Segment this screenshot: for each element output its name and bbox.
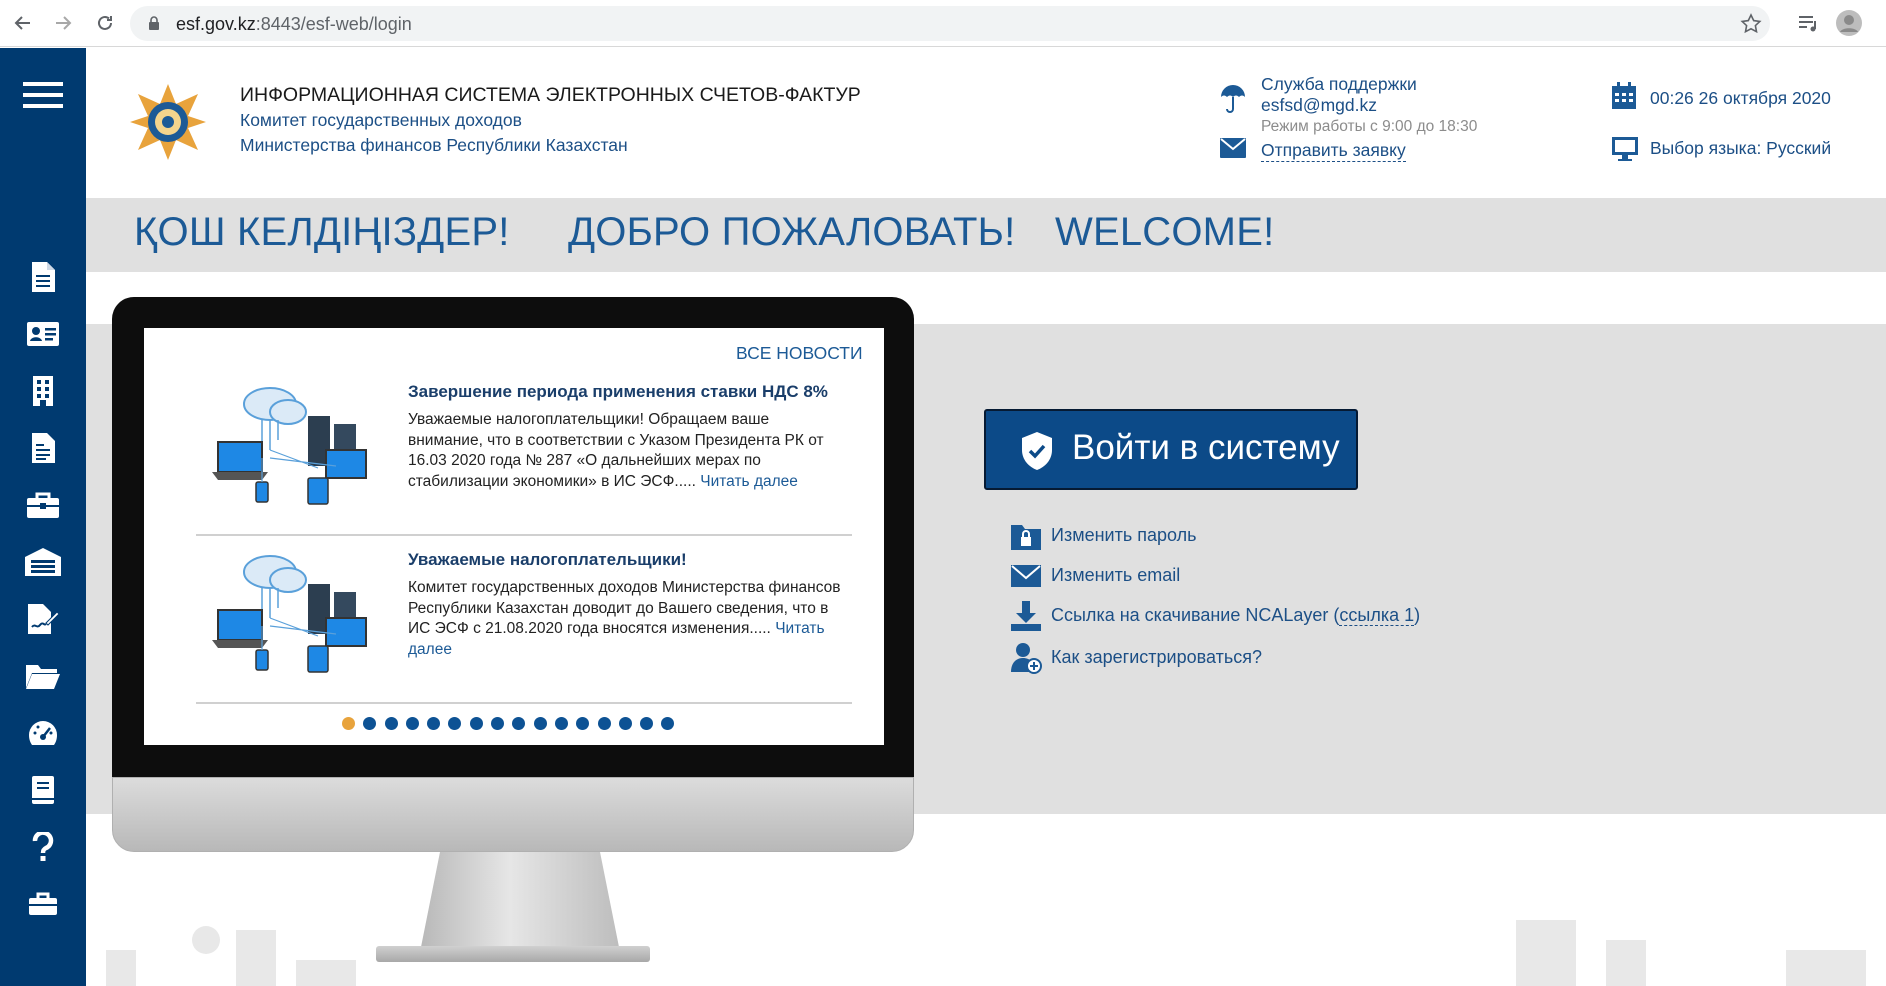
envelope-icon xyxy=(1011,565,1041,587)
sidebar xyxy=(0,48,86,986)
profile-avatar-icon[interactable] xyxy=(1835,9,1863,37)
current-datetime: 00:26 26 октября 2020 xyxy=(1650,88,1831,108)
add-user-icon xyxy=(1011,643,1042,674)
language-selector[interactable]: Выбор языка: Русский xyxy=(1650,138,1831,159)
carousel-dot[interactable] xyxy=(576,717,590,730)
carousel-dot[interactable] xyxy=(640,717,654,730)
reload-icon[interactable] xyxy=(92,10,118,36)
how-to-register-link[interactable]: Как зарегистрироваться? xyxy=(1051,647,1262,668)
download-icon xyxy=(1011,601,1041,631)
welcome-en: WELCOME! xyxy=(1055,210,1275,254)
carousel-dot[interactable] xyxy=(661,717,675,730)
news-body: Комитет государственных доходов Министер… xyxy=(408,579,841,658)
building-icon[interactable] xyxy=(22,370,64,412)
monitor-icon xyxy=(1612,137,1638,161)
news-body: Уважаемые налогоплательщики! Обращаем ва… xyxy=(408,411,824,490)
carousel-dot[interactable] xyxy=(469,717,483,730)
bookmark-star-icon[interactable] xyxy=(1740,13,1762,35)
folder-icon[interactable] xyxy=(22,655,64,697)
footer-skyline-decoration xyxy=(106,920,1866,986)
umbrella-icon xyxy=(1221,85,1245,113)
help-icon[interactable] xyxy=(22,826,64,868)
welcome-ru: ДОБРО ПОЖАЛОВАТЬ! xyxy=(568,210,1016,254)
carousel-dot[interactable] xyxy=(512,717,526,730)
network-illustration-icon xyxy=(212,555,367,673)
carousel-dot[interactable] xyxy=(448,717,462,730)
briefcase-icon[interactable] xyxy=(22,484,64,526)
welcome-kz: ҚОШ КЕЛДІҢІЗДЕР! xyxy=(134,210,510,254)
book-icon[interactable] xyxy=(22,769,64,811)
document-icon[interactable] xyxy=(22,256,64,298)
carousel-dot[interactable] xyxy=(618,717,632,730)
change-email-link[interactable]: Изменить email xyxy=(1051,565,1180,586)
ministry-name: Министерства финансов Республики Казахст… xyxy=(240,135,628,155)
toolbox-icon[interactable] xyxy=(22,883,64,925)
carousel-dot[interactable] xyxy=(554,717,568,730)
support-email[interactable]: esfsd@mgd.kz xyxy=(1261,95,1377,116)
browser-toolbar: esf.gov.kz:8443/esf-web/login xyxy=(0,0,1886,47)
news-item: Завершение периода применения ставки НДС… xyxy=(196,368,852,536)
carousel-dot[interactable] xyxy=(363,717,377,730)
network-illustration-icon xyxy=(212,387,367,505)
ncalayer-text: Ссылка на скачивание NCALayer (ссылка 1) xyxy=(1051,605,1421,626)
calendar-icon xyxy=(1612,82,1636,109)
hamburger-menu-icon[interactable] xyxy=(22,74,64,116)
monitor-chin xyxy=(112,777,914,852)
id-card-icon[interactable] xyxy=(22,313,64,355)
back-arrow-icon[interactable] xyxy=(10,10,36,36)
invoice-icon[interactable] xyxy=(22,427,64,469)
shield-check-icon xyxy=(1022,432,1052,470)
url-text: esf.gov.kz:8443/esf-web/login xyxy=(176,14,412,34)
folder-lock-icon xyxy=(1011,525,1041,550)
carousel-dot[interactable] xyxy=(342,717,355,730)
signature-icon[interactable] xyxy=(22,598,64,640)
carousel-dot[interactable] xyxy=(597,717,611,730)
all-news-link[interactable]: ВСЕ НОВОСТИ xyxy=(736,343,863,364)
carousel-dot[interactable] xyxy=(384,717,398,730)
carousel-dot[interactable] xyxy=(405,717,419,730)
dashboard-icon[interactable] xyxy=(22,712,64,754)
reading-list-icon[interactable] xyxy=(1797,13,1819,33)
news-title[interactable]: Завершение периода применения ставки НДС… xyxy=(408,382,828,402)
forward-arrow-icon[interactable] xyxy=(50,10,76,36)
system-title: ИНФОРМАЦИОННАЯ СИСТЕМА ЭЛЕКТРОННЫХ СЧЕТО… xyxy=(240,84,861,106)
read-more-link[interactable]: Читать далее xyxy=(700,473,798,490)
carousel-dot[interactable] xyxy=(491,717,505,730)
change-password-link[interactable]: Изменить пароль xyxy=(1051,525,1196,546)
news-item: Уважаемые налогоплательщики! Комитет гос… xyxy=(196,536,852,704)
site-header: ИНФОРМАЦИОННАЯ СИСТЕМА ЭЛЕКТРОННЫХ СЧЕТО… xyxy=(86,48,1886,198)
login-button-label: Войти в систему xyxy=(1072,428,1340,467)
support-label: Служба поддержки xyxy=(1261,74,1417,94)
send-request-link[interactable]: Отправить заявку xyxy=(1261,140,1406,162)
envelope-icon xyxy=(1220,138,1246,158)
carousel-dot[interactable] xyxy=(427,717,441,730)
committee-name: Комитет государственных доходов xyxy=(240,110,522,130)
warehouse-icon[interactable] xyxy=(22,541,64,583)
support-hours: Режим работы с 9:00 до 18:30 xyxy=(1261,118,1478,135)
address-bar[interactable]: esf.gov.kz:8443/esf-web/login xyxy=(130,6,1770,41)
lock-icon xyxy=(149,16,159,30)
carousel-dot[interactable] xyxy=(533,717,547,730)
carousel-pagination xyxy=(342,717,675,730)
login-button[interactable]: Войти в систему xyxy=(984,409,1358,490)
news-title[interactable]: Уважаемые налогоплательщики! xyxy=(408,550,687,570)
emblem-logo xyxy=(130,84,206,160)
ncalayer-link-1[interactable]: ссылка 1 xyxy=(1339,605,1415,626)
welcome-banner: ҚОШ КЕЛДІҢІЗДЕР! ДОБРО ПОЖАЛОВАТЬ! WELCO… xyxy=(86,198,1886,272)
news-panel: ВСЕ НОВОСТИ Завершение периода применени… xyxy=(144,328,884,745)
